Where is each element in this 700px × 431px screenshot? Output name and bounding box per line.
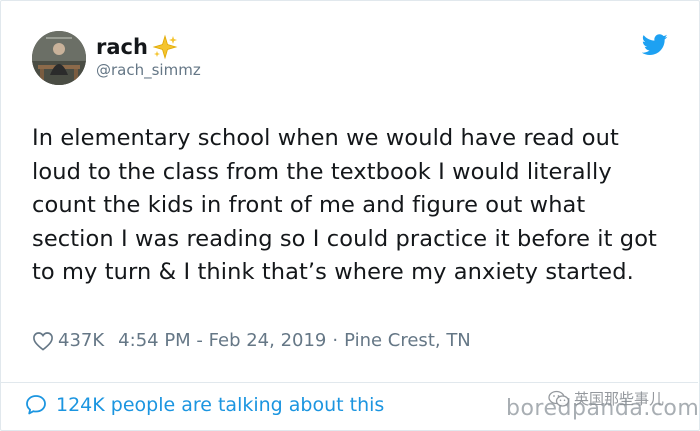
wechat-watermark-text: 英国那些事儿	[574, 390, 665, 408]
wechat-icon	[548, 390, 570, 408]
tweet-text: In elementary school when we would have …	[32, 125, 657, 285]
user-handle[interactable]: @rach_simmz	[96, 61, 201, 79]
display-name-row[interactable]: rach	[96, 34, 178, 60]
tweet-meta: 437K 4:54 PM - Feb 24, 2019 · Pine Crest…	[32, 330, 471, 351]
conversation-text[interactable]: 124K people are talking about this	[56, 394, 384, 416]
twitter-bird-icon[interactable]	[641, 34, 668, 56]
tweet-location[interactable]: Pine Crest, TN	[344, 330, 471, 351]
avatar[interactable]	[32, 31, 86, 85]
timestamp[interactable]: 4:54 PM - Feb 24, 2019	[118, 330, 326, 351]
wechat-watermark: 英国那些事儿	[548, 388, 664, 409]
meta-separator: ·	[332, 330, 339, 351]
speech-bubble-icon	[24, 393, 48, 417]
divider	[0, 382, 698, 383]
sparkle-emoji-icon	[152, 34, 178, 60]
conversation-link[interactable]: 124K people are talking about this	[24, 393, 384, 417]
heart-outline-icon[interactable]	[32, 331, 54, 351]
display-name[interactable]: rach	[96, 35, 148, 59]
like-count[interactable]: 437K	[58, 330, 104, 351]
